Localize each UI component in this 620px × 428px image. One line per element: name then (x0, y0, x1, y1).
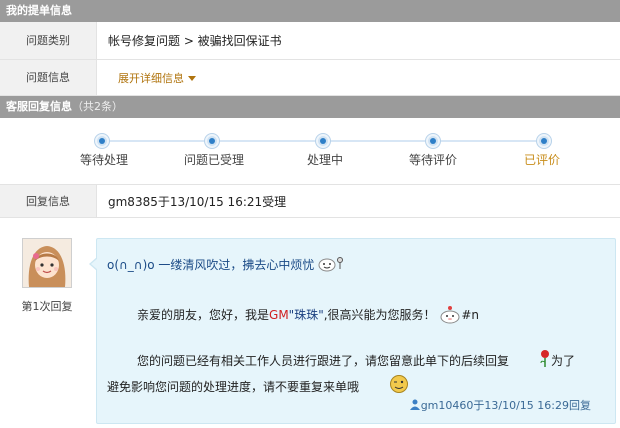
intro-prefix: 亲爱的朋友，您好，我是 (137, 308, 270, 322)
info-label: 问题信息 (0, 60, 97, 95)
body-paragraph: 您的问题已经有相关工作人员进行跟进了，请您留意此单下的后续回复 为了避免影响您问题… (107, 349, 577, 401)
step-label: 处理中 (306, 153, 343, 167)
step-label: 问题已受理 (183, 153, 244, 167)
expand-details-label: 展开详细信息 (118, 72, 184, 85)
wink-smiley-icon (359, 374, 409, 401)
user-icon (409, 398, 421, 413)
reply-info-label: 回复信息 (0, 185, 97, 217)
category-label: 问题类别 (0, 22, 97, 59)
service-section-title: 客服回复信息 (6, 100, 72, 113)
reply-footer-text: gm10460于13/10/15 16:29回复 (420, 398, 591, 412)
greeting-line: o(∩_∩)o 一缕清风吹过，拂去心中烦忧 (107, 256, 346, 275)
intro-line: 亲爱的朋友，您好，我是GM"珠珠",很高兴能为您服务！ #n (137, 304, 479, 327)
ticket-section-title: 我的提单信息 (6, 4, 72, 17)
intro-suffix: ,很高兴能为您服务！ (323, 308, 436, 322)
reply-info-value: gm8385于13/10/15 16:21受理 (108, 195, 287, 209)
step-dot (205, 134, 219, 148)
greeting-text: o(∩_∩)o 一缕清风吹过，拂去心中烦忧 (107, 258, 315, 272)
chevron-down-icon (188, 76, 196, 81)
body-part1: 您的问题已经有相关工作人员进行跟进了，请您留意此单下的后续回复 (137, 354, 510, 368)
step-dot (95, 134, 109, 148)
reply-number-label: 第1次回复 (21, 300, 73, 313)
ticket-row-category: 问题类别 帐号修复问题 > 被骗找回保证书 (0, 22, 620, 60)
expand-details-toggle[interactable]: 展开详细信息 (118, 60, 196, 95)
step-dot (316, 134, 330, 148)
ticket-row-info: 问题信息 展开详细信息 (0, 60, 620, 96)
avatar (22, 238, 72, 288)
step-label-current: 已评价 (523, 153, 560, 167)
intro-tag: #n (461, 308, 480, 322)
reply-info-row: 回复信息 gm8385于13/10/15 16:21受理 (0, 184, 620, 218)
category-value: 帐号修复问题 > 被骗找回保证书 (108, 34, 282, 48)
reply-footer: gm10460于13/10/15 16:29回复 (409, 397, 591, 414)
ticket-section-header: 我的提单信息 (0, 0, 620, 22)
service-section-header: 客服回复信息（共2条） (0, 96, 620, 118)
pig-face-icon (439, 304, 461, 327)
intro-gm: GM (269, 308, 289, 322)
step-dot (426, 134, 440, 148)
girl-avatar-icon (23, 239, 71, 287)
step-label: 等待处理 (79, 153, 128, 167)
reply-bubble: o(∩_∩)o 一缕清风吹过，拂去心中烦忧 亲爱的朋友，您好，我是GM"珠珠",… (89, 238, 616, 424)
intro-name: "珠珠" (288, 308, 324, 322)
smiley-icon (318, 256, 346, 275)
step-label: 等待评价 (408, 153, 457, 167)
rose-icon (509, 349, 551, 374)
progress-tracker: 等待处理 问题已受理 处理中 等待评价 已评价 (0, 118, 620, 180)
step-dot-current (537, 134, 551, 148)
reply-count: （共2条） (72, 100, 123, 113)
